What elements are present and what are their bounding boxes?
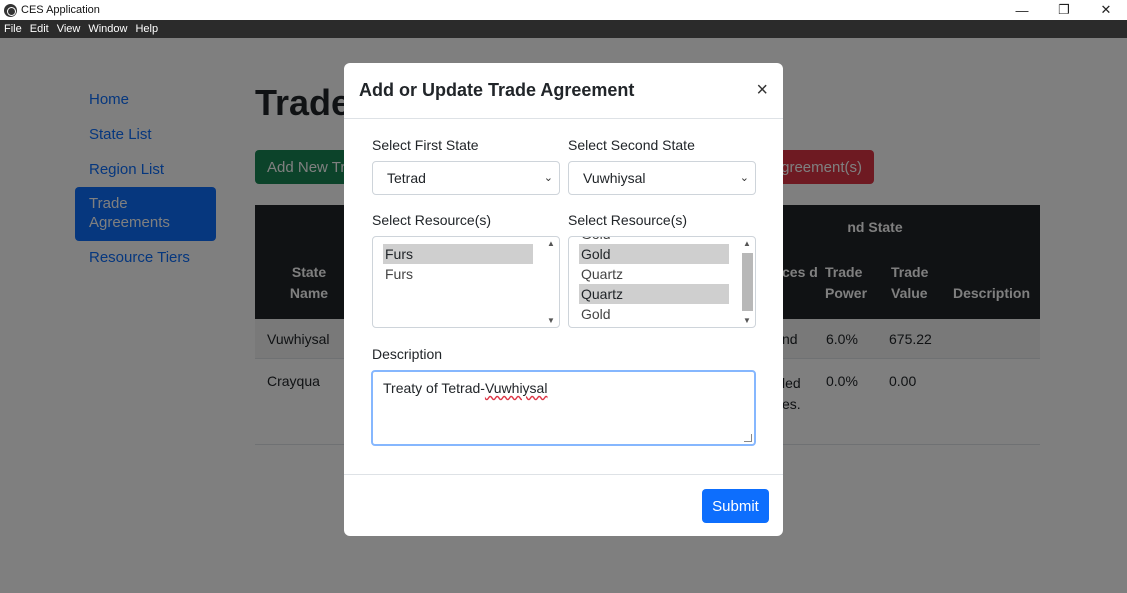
first-resources-label: Select Resource(s): [372, 212, 492, 228]
restore-button[interactable]: ❐: [1043, 0, 1085, 20]
second-state-select[interactable]: Vuwhiysal ⌄: [568, 161, 756, 195]
first-resources-scrollbar[interactable]: ▲ ▼: [545, 239, 557, 325]
resource-option[interactable]: Furs: [383, 244, 533, 264]
scroll-thumb[interactable]: [742, 253, 753, 311]
trade-agreement-modal: Add or Update Trade Agreement × Select F…: [344, 63, 783, 536]
resource-option[interactable]: Quartz: [579, 284, 729, 304]
chevron-down-icon: ⌄: [739, 172, 749, 184]
resource-option[interactable]: Gold: [579, 304, 729, 324]
scroll-down-icon[interactable]: ▼: [545, 316, 557, 325]
second-resources-label: Select Resource(s): [568, 212, 688, 228]
resource-option[interactable]: Furs: [383, 264, 533, 284]
description-text: Treaty of Tetrad-: [383, 380, 485, 396]
second-resources-listbox[interactable]: Gold Gold Quartz Quartz Gold ▲ ▼: [568, 236, 756, 328]
description-misspelled-word: Vuwhiysal: [484, 380, 548, 396]
close-window-button[interactable]: ✕: [1085, 0, 1127, 20]
resource-option[interactable]: Gold: [579, 244, 729, 264]
menu-file[interactable]: File: [4, 23, 22, 35]
scroll-up-icon[interactable]: ▲: [741, 239, 753, 248]
first-state-select[interactable]: Tetrad ⌄: [372, 161, 560, 195]
second-state-label: Select Second State: [568, 137, 695, 153]
app-logo-icon: [4, 3, 17, 17]
chevron-down-icon: ⌄: [543, 172, 553, 184]
first-state-value: Tetrad: [387, 170, 426, 186]
title-bar: CES Application — ❐ ✕: [0, 0, 1127, 20]
resize-grip-icon[interactable]: [744, 434, 752, 442]
second-state-value: Vuwhiysal: [583, 170, 646, 186]
second-resources-scrollbar[interactable]: ▲ ▼: [741, 239, 753, 325]
modal-title: Add or Update Trade Agreement: [359, 80, 635, 100]
resource-option[interactable]: Gold: [579, 237, 729, 244]
scroll-down-icon[interactable]: ▼: [741, 316, 753, 325]
first-resources-listbox[interactable]: Furs Furs ▲ ▼: [372, 236, 560, 328]
menu-help[interactable]: Help: [135, 23, 158, 35]
description-label: Description: [372, 346, 443, 362]
description-textarea[interactable]: Treaty of Tetrad-Vuwhiysal: [371, 370, 756, 446]
scroll-up-icon[interactable]: ▲: [545, 239, 557, 248]
menu-bar: File Edit View Window Help: [0, 20, 1127, 38]
modal-header: Add or Update Trade Agreement ×: [344, 63, 783, 119]
modal-footer: Submit: [344, 474, 783, 536]
resource-option[interactable]: Quartz: [579, 264, 729, 284]
menu-view[interactable]: View: [57, 23, 81, 35]
first-state-label: Select First State: [372, 137, 479, 153]
submit-button[interactable]: Submit: [702, 489, 769, 523]
minimize-button[interactable]: —: [1001, 0, 1043, 20]
menu-window[interactable]: Window: [88, 23, 127, 35]
window-title: CES Application: [21, 4, 100, 16]
window-controls: — ❐ ✕: [1001, 0, 1127, 20]
close-modal-button[interactable]: ×: [756, 80, 768, 100]
menu-edit[interactable]: Edit: [30, 23, 49, 35]
